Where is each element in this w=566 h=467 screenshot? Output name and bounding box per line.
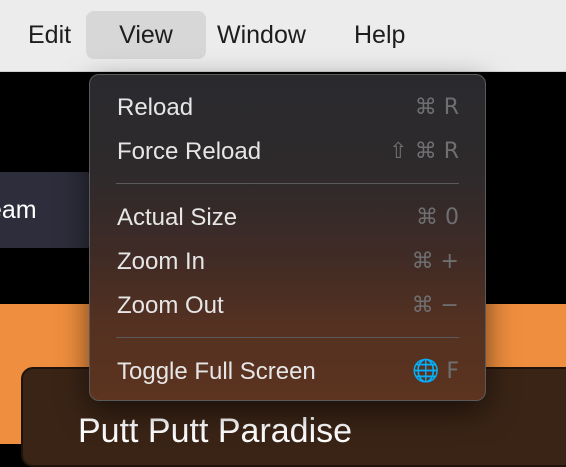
- menu-separator: [116, 183, 459, 184]
- team-tab[interactable]: eam: [0, 172, 92, 248]
- menu-item-reload[interactable]: Reload ⌘ R: [90, 88, 485, 128]
- menu-item-label: Actual Size: [117, 204, 238, 231]
- menu-item-zoom-in[interactable]: Zoom In ⌘ +: [90, 242, 485, 282]
- course-card-title: Putt Putt Paradise: [78, 412, 353, 450]
- shortcut-cmd-plus: ⌘ +: [411, 249, 459, 274]
- shortcut-cmd-minus: ⌘ −: [411, 293, 459, 318]
- menu-item-actual-size[interactable]: Actual Size ⌘ 0: [90, 198, 485, 238]
- menu-edit[interactable]: Edit: [14, 11, 85, 59]
- shortcut-cmd-r: ⌘ R: [414, 95, 459, 120]
- menu-bar: Edit View Window Help: [0, 0, 566, 72]
- menu-item-toggle-full-screen[interactable]: Toggle Full Screen 🌐 F: [90, 352, 485, 392]
- menu-separator: [116, 337, 459, 338]
- menu-item-label: Zoom Out: [117, 292, 224, 319]
- menu-item-label: Zoom In: [117, 248, 206, 275]
- menu-window[interactable]: Window: [203, 11, 320, 59]
- menu-item-zoom-out[interactable]: Zoom Out ⌘ −: [90, 286, 485, 326]
- menu-item-label: Reload: [117, 94, 194, 121]
- menu-item-force-reload[interactable]: Force Reload ⇧ ⌘ R: [90, 132, 485, 172]
- shortcut-cmd-0: ⌘ 0: [416, 205, 459, 230]
- globe-icon: 🌐 F: [411, 359, 459, 384]
- view-menu-dropdown: Reload ⌘ R Force Reload ⇧ ⌘ R Actual Siz…: [89, 74, 486, 401]
- menu-item-label: Toggle Full Screen: [117, 358, 316, 385]
- shortcut-shift-cmd-r: ⇧ ⌘ R: [389, 139, 459, 164]
- menu-item-label: Force Reload: [117, 138, 262, 165]
- menu-help[interactable]: Help: [340, 11, 419, 59]
- team-tab-label: eam: [0, 196, 37, 224]
- menu-view[interactable]: View: [86, 11, 206, 59]
